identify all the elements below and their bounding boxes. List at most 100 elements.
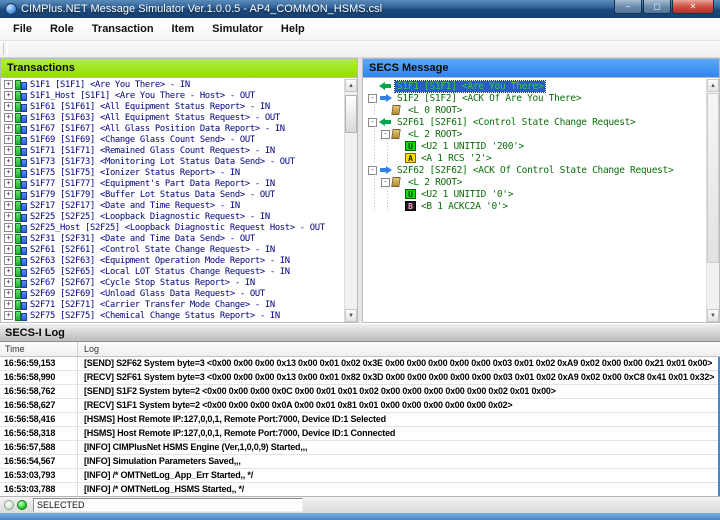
- expand-icon[interactable]: +: [4, 190, 13, 199]
- message-node[interactable]: -S1F2 [S1F2] <ACK Of Are You There>: [368, 92, 706, 104]
- expand-icon[interactable]: +: [4, 102, 13, 111]
- log-row[interactable]: 16:56:54,567[INFO] Simulation Parameters…: [0, 455, 718, 469]
- expand-icon[interactable]: +: [4, 267, 13, 276]
- expand-icon[interactable]: +: [4, 311, 13, 320]
- minimize-button[interactable]: –: [614, 0, 642, 14]
- collapse-icon[interactable]: -: [381, 178, 390, 187]
- collapse-icon[interactable]: -: [368, 118, 377, 127]
- transaction-row[interactable]: +S2F67 [S2F67] <Cycle Stop Status Report…: [1, 277, 344, 288]
- scroll-up-icon[interactable]: ▲: [707, 79, 719, 92]
- scroll-down-icon[interactable]: ▼: [345, 309, 357, 322]
- transaction-row[interactable]: +S1F63 [S1F63] <All Equipment Status Req…: [1, 112, 344, 123]
- transaction-row[interactable]: +S2F61 [S2F61] <Control State Change Req…: [1, 244, 344, 255]
- log-row[interactable]: 16:56:58,318[HSMS] Host Remote IP:127,0,…: [0, 427, 718, 441]
- log-row[interactable]: 16:56:58,762[SEND] S1F2 System byte=2 <0…: [0, 385, 718, 399]
- transaction-row[interactable]: +S1F75 [S1F75] <Ionizer Status Report> -…: [1, 167, 344, 178]
- expand-icon[interactable]: +: [4, 201, 13, 210]
- scrollbar-thumb[interactable]: [345, 95, 357, 133]
- scroll-up-icon[interactable]: ▲: [345, 79, 357, 92]
- tree-guide: [368, 188, 381, 200]
- log-column-log[interactable]: Log: [78, 342, 720, 356]
- transaction-row[interactable]: +S2F25_Host [S2F25] <Loopback Diagnostic…: [1, 222, 344, 233]
- transaction-row[interactable]: +S2F65 [S2F65] <Local LOT Status Change …: [1, 266, 344, 277]
- expand-icon[interactable]: +: [4, 113, 13, 122]
- message-node[interactable]: A<A 1 RCS '2'>: [368, 152, 706, 164]
- log-row[interactable]: 16:53:03,788[INFO] /* OMTNetLog_HSMS Sta…: [0, 483, 718, 496]
- list-icon: [391, 177, 400, 187]
- log-row[interactable]: 16:56:58,416[HSMS] Host Remote IP:127,0,…: [0, 413, 718, 427]
- message-node[interactable]: - S2F61 [S2F61] <Control State Change Req…: [368, 116, 706, 128]
- menu-item-help[interactable]: Help: [272, 20, 314, 38]
- transaction-row[interactable]: +S2F69 [S2F69] <Unload Glass Data Reques…: [1, 288, 344, 299]
- message-node[interactable]: U<U2 1 UNITID '200'>: [368, 140, 706, 152]
- log-row[interactable]: 16:56:59,153[SEND] S2F62 System byte=3 <…: [0, 357, 718, 371]
- transaction-row[interactable]: +S1F61 [S1F61] <All Equipment Status Rep…: [1, 101, 344, 112]
- message-node[interactable]: <L 0 ROOT>: [368, 104, 706, 116]
- transaction-row[interactable]: +S2F71 [S2F71] <Carrier Transfer Mode Ch…: [1, 299, 344, 310]
- transaction-row[interactable]: + S1F79 [S1F79] <Buffer Lot Status Data S…: [1, 189, 344, 200]
- transaction-row[interactable]: + S2F75 [S2F75] <Chemical Change Status R…: [1, 310, 344, 321]
- menu-item-item[interactable]: Item: [163, 20, 204, 38]
- menu-item-transaction[interactable]: Transaction: [83, 20, 163, 38]
- log-row[interactable]: 16:56:58,627[RECV] S1F1 System byte=2 <0…: [0, 399, 718, 413]
- transaction-row[interactable]: +S1F77 [S1F77] <Equipment's Part Data Re…: [1, 178, 344, 189]
- log-row[interactable]: 16:56:57,588[INFO] CIMPlusNet HSMS Engin…: [0, 441, 718, 455]
- collapse-icon[interactable]: -: [368, 166, 377, 175]
- expand-icon[interactable]: +: [4, 212, 13, 221]
- menu-item-simulator[interactable]: Simulator: [203, 20, 272, 38]
- expand-icon[interactable]: +: [4, 245, 13, 254]
- collapse-icon[interactable]: -: [381, 130, 390, 139]
- log-row[interactable]: 16:53:03,793[INFO] /* OMTNetLog_App_Err …: [0, 469, 718, 483]
- message-node[interactable]: U<U2 1 UNITID '0'>: [368, 188, 706, 200]
- secs-message-scrollbar[interactable]: ▲ ▼: [706, 79, 719, 322]
- scroll-down-icon[interactable]: ▼: [707, 309, 719, 322]
- expand-icon[interactable]: +: [4, 300, 13, 309]
- expand-icon[interactable]: +: [4, 179, 13, 188]
- transaction-row[interactable]: +S2F31 [S2F31] <Date and Time Data Send>…: [1, 233, 344, 244]
- transaction-row[interactable]: +S1F73 [S1F73] <Monitoring Lot Status Da…: [1, 156, 344, 167]
- transaction-row[interactable]: +S2F25 [S2F25] <Loopback Diagnostic Requ…: [1, 211, 344, 222]
- message-node[interactable]: B<B 1 ACKC2A '0'>: [368, 200, 706, 212]
- transaction-label: S2F75 [S2F75] <Chemical Change Status Re…: [30, 311, 280, 321]
- transaction-row[interactable]: +S1F1_Host [S1F1] <Are You There - Host>…: [1, 90, 344, 101]
- expand-icon[interactable]: +: [4, 157, 13, 166]
- expand-icon[interactable]: +: [4, 278, 13, 287]
- expand-icon[interactable]: +: [4, 135, 13, 144]
- message-node[interactable]: -S2F62 [S2F62] <ACK Of Control State Cha…: [368, 164, 706, 176]
- secs-message-panel: SECS Message S1F1 [S1F1] <Are You There>…: [362, 58, 720, 323]
- scrollbar-thumb[interactable]: [707, 93, 719, 263]
- message-label: <L 0 ROOT>: [406, 105, 464, 116]
- transactions-scrollbar[interactable]: ▲ ▼: [344, 79, 357, 322]
- tree-guide: [368, 140, 381, 152]
- expand-icon[interactable]: +: [4, 234, 13, 243]
- menu-item-role[interactable]: Role: [41, 20, 83, 38]
- expand-icon[interactable]: +: [4, 223, 13, 232]
- expand-icon[interactable]: +: [4, 80, 13, 89]
- log-message-cell: [SEND] S2F62 System byte=3 <0x00 0x00 0x…: [78, 357, 718, 370]
- transaction-row[interactable]: +S2F63 [S2F63] <Equipment Operation Mode…: [1, 255, 344, 266]
- log-column-time[interactable]: Time: [0, 342, 78, 356]
- menu-item-file[interactable]: File: [4, 20, 41, 38]
- collapse-icon[interactable]: -: [368, 94, 377, 103]
- expand-icon[interactable]: +: [4, 168, 13, 177]
- transaction-row[interactable]: +S2F17 [S2F17] <Date and Time Request> -…: [1, 200, 344, 211]
- expand-icon[interactable]: +: [4, 146, 13, 155]
- message-label: S2F61 [S2F61] <Control State Change Requ…: [395, 117, 637, 128]
- transaction-icon: [15, 102, 27, 112]
- log-time-cell: 16:56:58,318: [0, 427, 78, 440]
- log-row[interactable]: 16:56:58,990[RECV] S2F61 System byte=3 <…: [0, 371, 718, 385]
- transaction-row[interactable]: +S1F1 [S1F1] <Are You There> - IN: [1, 79, 344, 90]
- expand-icon[interactable]: +: [4, 256, 13, 265]
- transaction-label: S1F79 [S1F79] <Buffer Lot Status Data Se…: [30, 190, 275, 200]
- transaction-row[interactable]: +S1F71 [S1F71] <Remained Glass Count Req…: [1, 145, 344, 156]
- maximize-button[interactable]: ▢: [643, 0, 671, 14]
- transaction-row[interactable]: +S1F67 [S1F67] <All Glass Position Data …: [1, 123, 344, 134]
- close-button[interactable]: ✕: [672, 0, 714, 14]
- expand-icon[interactable]: +: [4, 124, 13, 133]
- transaction-row[interactable]: +S1F69 [S1F69] <Change Glass Count Send>…: [1, 134, 344, 145]
- expand-icon[interactable]: +: [4, 91, 13, 100]
- expand-icon[interactable]: +: [4, 289, 13, 298]
- message-node[interactable]: -<L 2 ROOT>: [368, 176, 706, 188]
- message-node[interactable]: -<L 2 ROOT>: [368, 128, 706, 140]
- message-node[interactable]: S1F1 [S1F1] <Are You There>: [368, 80, 706, 92]
